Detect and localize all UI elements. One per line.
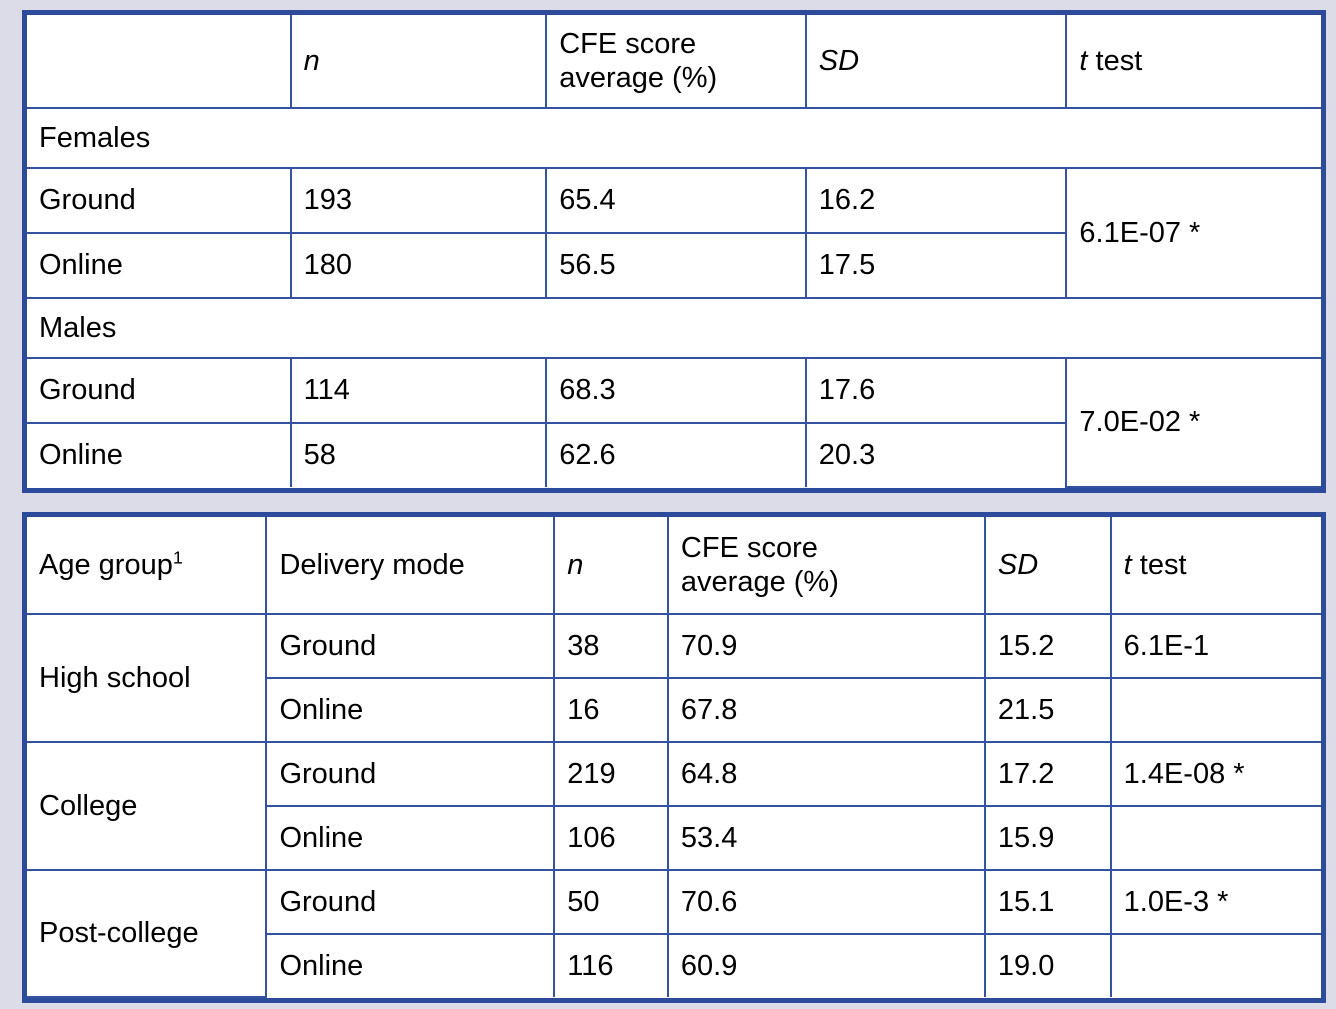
table-row-banner-females: Females (27, 107, 1321, 169)
header-blank (27, 15, 292, 109)
table-row: Ground 193 65.4 16.2 6.1E-07 * (27, 167, 1321, 299)
cell-age-group: Post-college (27, 869, 268, 998)
cell-delivery-mode: Online (266, 677, 556, 743)
header-sd-label: SD (997, 548, 1039, 581)
cell-cfe: 65.4 (545, 167, 807, 234)
cell-n: 180 (289, 232, 548, 299)
page-root: n CFE score average (%) SD t test Female… (0, 0, 1336, 1009)
cell-t-test: 7.0E-02 * (1065, 357, 1321, 488)
cell-sd: 20.3 (804, 422, 1067, 487)
cell-n: 193 (289, 167, 548, 234)
cell-cfe: 68.3 (545, 357, 807, 424)
cell-n: 219 (553, 741, 669, 807)
header-t-rest: test (1139, 548, 1187, 581)
cell-age-group: College (27, 741, 268, 871)
cell-delivery-mode: Online (266, 805, 556, 871)
table-age-header-row: Age group1 Delivery mode n CFE score ave… (27, 517, 1321, 615)
cell-sd: 17.5 (804, 232, 1067, 299)
header-t-test: t test (1109, 517, 1321, 615)
cell-n: 114 (289, 357, 548, 424)
cell-n: 50 (553, 869, 669, 935)
cell-n: 106 (553, 805, 669, 871)
cell-n: 58 (289, 422, 548, 487)
table-age-container: Age group1 Delivery mode n CFE score ave… (22, 512, 1326, 1003)
header-sd: SD (804, 15, 1068, 109)
header-cfe-line1: CFE score (680, 531, 818, 564)
header-n: n (553, 517, 669, 615)
cell-sd: 15.1 (983, 869, 1112, 935)
table-row: College Ground 219 64.8 17.2 1.4E-08 * (27, 741, 1321, 871)
cell-label: Online (27, 232, 292, 299)
cell-label: Ground (27, 357, 292, 424)
header-t-test: t test (1065, 15, 1321, 109)
cell-delivery-mode: Ground (265, 869, 556, 935)
header-age-group: Age group1 (27, 517, 268, 615)
table-sex-container: n CFE score average (%) SD t test Female… (22, 10, 1326, 493)
cell-label: Online (27, 422, 292, 487)
cell-cfe: 60.9 (666, 933, 986, 997)
table-row: Post-college Ground 50 70.6 15.1 1.0E-3 … (27, 869, 1321, 998)
cell-cfe: 64.8 (666, 741, 986, 807)
cell-sd: 19.0 (983, 933, 1112, 997)
header-t-rest: test (1095, 44, 1143, 77)
cell-delivery-mode: Online (266, 933, 556, 997)
banner-males: Males (27, 297, 1321, 359)
table-row: High school Ground 38 70.9 15.2 6.1E-1 (27, 613, 1321, 743)
table-sex-header-row: n CFE score average (%) SD t test (27, 15, 1321, 109)
cell-n: 116 (553, 933, 669, 997)
cell-t-test: 6.1E-07 * (1065, 167, 1321, 299)
cell-sd: 17.2 (983, 741, 1112, 807)
cell-sd: 16.2 (804, 167, 1068, 234)
cell-label: Ground (27, 167, 292, 234)
cell-delivery-mode: Ground (265, 613, 556, 679)
header-cfe-score-average: CFE score average (%) (545, 15, 807, 109)
header-sd-label: SD (818, 44, 860, 77)
cell-sd: 21.5 (983, 677, 1112, 743)
header-age-group-footnote-marker: 1 (172, 547, 183, 568)
cell-t-test (1109, 677, 1321, 743)
header-n: n (289, 15, 548, 109)
header-sd: SD (983, 517, 1112, 615)
banner-females: Females (27, 107, 1321, 169)
cell-sd: 15.9 (983, 805, 1112, 871)
cell-t-test (1109, 933, 1321, 997)
cell-t-test: 1.4E-08 * (1109, 741, 1321, 807)
header-n-label: n (567, 548, 584, 581)
cell-t-test: 6.1E-1 (1109, 613, 1321, 679)
cell-cfe: 53.4 (666, 805, 986, 871)
cell-t-test (1109, 805, 1321, 871)
cell-cfe: 70.6 (666, 869, 986, 935)
cell-cfe: 67.8 (666, 677, 986, 743)
cell-age-group: High school (27, 613, 268, 743)
header-cfe-line1: CFE score (559, 27, 697, 60)
cell-sd: 15.2 (983, 613, 1112, 679)
header-age-group-label: Age group (39, 548, 173, 581)
cell-n: 38 (553, 613, 669, 679)
cell-delivery-mode: Ground (265, 741, 556, 807)
table-sex: n CFE score average (%) SD t test Female… (27, 15, 1321, 488)
cell-cfe: 56.5 (545, 232, 807, 299)
table-age: Age group1 Delivery mode n CFE score ave… (27, 517, 1321, 998)
cell-cfe: 70.9 (666, 613, 986, 679)
header-t-italic: t (1123, 548, 1132, 581)
cell-t-test: 1.0E-3 * (1109, 869, 1321, 935)
header-cfe-line2: average (%) (559, 62, 718, 94)
header-delivery-mode: Delivery mode (265, 517, 556, 615)
header-cfe-line2: average (%) (680, 566, 839, 598)
table-row: Ground 114 68.3 17.6 7.0E-02 * (27, 357, 1321, 488)
header-n-label: n (303, 44, 320, 77)
cell-n: 16 (553, 677, 669, 743)
header-cfe-score-average: CFE score average (%) (666, 517, 986, 615)
cell-cfe: 62.6 (545, 422, 807, 487)
header-t-italic: t (1079, 44, 1088, 77)
cell-sd: 17.6 (804, 357, 1068, 424)
table-row-banner-males: Males (27, 297, 1321, 359)
